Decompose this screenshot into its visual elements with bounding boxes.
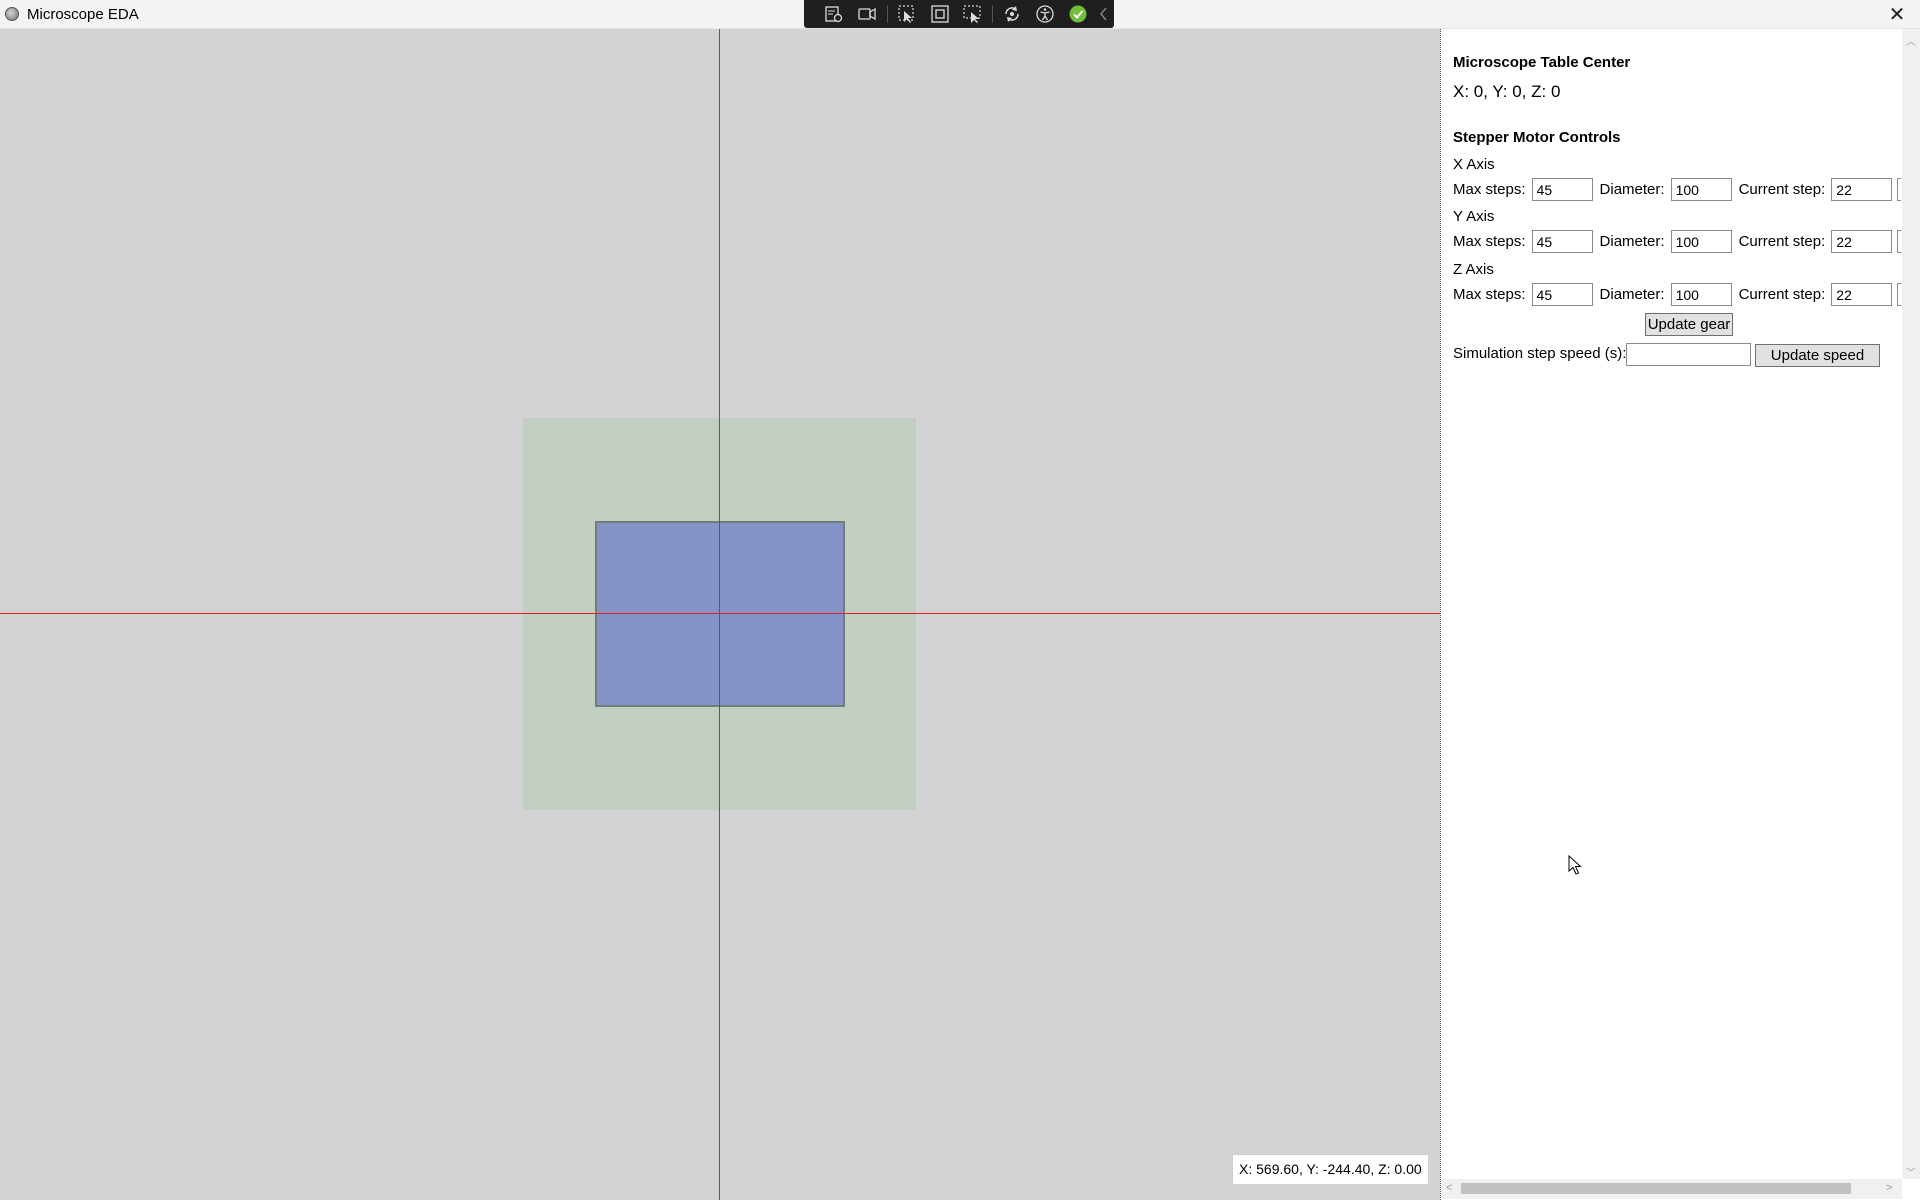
- diameter-label: Diameter:: [1599, 286, 1665, 303]
- crosshair-vertical: [719, 29, 720, 1200]
- table-center-title: Microscope Table Center: [1453, 54, 1631, 71]
- scroll-up-icon[interactable]: ︿: [1906, 33, 1916, 48]
- x-axis-label: X Axis: [1453, 156, 1495, 173]
- x-diameter-input[interactable]: [1670, 178, 1732, 201]
- simulation-speed-label: Simulation step speed (s):: [1453, 345, 1627, 362]
- live-visual-tree-icon[interactable]: [818, 1, 851, 27]
- table-center-value: X: 0, Y: 0, Z: 0: [1453, 82, 1561, 101]
- z-axis-row: Max steps: Diameter: Current step:: [1453, 282, 1893, 307]
- x-axis-clipped-button[interactable]: [1897, 178, 1901, 201]
- window-title: Microscope EDA: [27, 6, 139, 23]
- y-axis-row: Max steps: Diameter: Current step:: [1453, 229, 1893, 254]
- max-steps-label: Max steps:: [1453, 233, 1526, 250]
- binding-ok-icon[interactable]: [1061, 1, 1094, 27]
- y-max-steps-input[interactable]: [1531, 230, 1593, 253]
- select-element-icon[interactable]: [891, 1, 924, 27]
- y-current-step-input[interactable]: [1831, 230, 1893, 253]
- mouse-cursor-icon: [1568, 855, 1582, 875]
- debug-toolbar: [804, 0, 1114, 28]
- vertical-scrollbar[interactable]: ︿ ﹀: [1902, 29, 1920, 1179]
- control-panel: Microscope Table Center X: 0, Y: 0, Z: 0…: [1440, 29, 1920, 1200]
- y-diameter-input[interactable]: [1670, 230, 1732, 253]
- display-layout-adorners-icon[interactable]: [923, 1, 956, 27]
- cursor-coordinates: X: 569.60, Y: -244.40, Z: 0.00: [1232, 1154, 1429, 1185]
- simulation-speed-input[interactable]: [1626, 343, 1751, 366]
- current-step-label: Current step:: [1738, 286, 1826, 303]
- max-steps-label: Max steps:: [1453, 181, 1526, 198]
- y-axis-clipped-button[interactable]: [1897, 230, 1901, 253]
- z-diameter-input[interactable]: [1670, 283, 1732, 306]
- stepper-controls-title: Stepper Motor Controls: [1453, 129, 1621, 146]
- video-record-icon[interactable]: [851, 1, 884, 27]
- hot-reload-icon[interactable]: [996, 1, 1029, 27]
- update-gear-button[interactable]: Update gear: [1645, 313, 1733, 336]
- horizontal-scroll-thumb[interactable]: [1461, 1183, 1851, 1194]
- y-axis-label: Y Axis: [1453, 208, 1495, 225]
- update-speed-button[interactable]: Update speed: [1755, 344, 1880, 367]
- diameter-label: Diameter:: [1599, 181, 1665, 198]
- max-steps-label: Max steps:: [1453, 286, 1526, 303]
- x-max-steps-input[interactable]: [1531, 178, 1593, 201]
- horizontal-scrollbar[interactable]: < >: [1441, 1179, 1902, 1199]
- crosshair-horizontal: [0, 613, 1440, 614]
- close-button[interactable]: ✕: [1874, 0, 1920, 29]
- toolbar-separator: [991, 5, 993, 23]
- track-focus-icon[interactable]: [956, 1, 989, 27]
- scroll-down-icon[interactable]: ﹀: [1906, 1164, 1916, 1179]
- accessibility-icon[interactable]: [1029, 1, 1062, 27]
- microscope-canvas[interactable]: X: 569.60, Y: -244.40, Z: 0.00: [0, 29, 1440, 1200]
- control-panel-content: Microscope Table Center X: 0, Y: 0, Z: 0…: [1441, 29, 1901, 1179]
- current-step-label: Current step:: [1738, 233, 1826, 250]
- collapse-toolbar-icon[interactable]: [1094, 1, 1114, 27]
- app-icon: [5, 7, 19, 21]
- z-axis-clipped-button[interactable]: [1897, 283, 1901, 306]
- scroll-left-icon[interactable]: <: [1446, 1182, 1452, 1194]
- z-max-steps-input[interactable]: [1531, 283, 1593, 306]
- scroll-right-icon[interactable]: >: [1886, 1182, 1892, 1194]
- x-axis-row: Max steps: Diameter: Current step:: [1453, 177, 1893, 202]
- current-step-label: Current step:: [1738, 181, 1826, 198]
- microscope-table[interactable]: [595, 521, 845, 707]
- x-current-step-input[interactable]: [1831, 178, 1893, 201]
- toolbar-separator: [886, 5, 888, 23]
- z-axis-label: Z Axis: [1453, 261, 1494, 278]
- z-current-step-input[interactable]: [1831, 283, 1893, 306]
- diameter-label: Diameter:: [1599, 233, 1665, 250]
